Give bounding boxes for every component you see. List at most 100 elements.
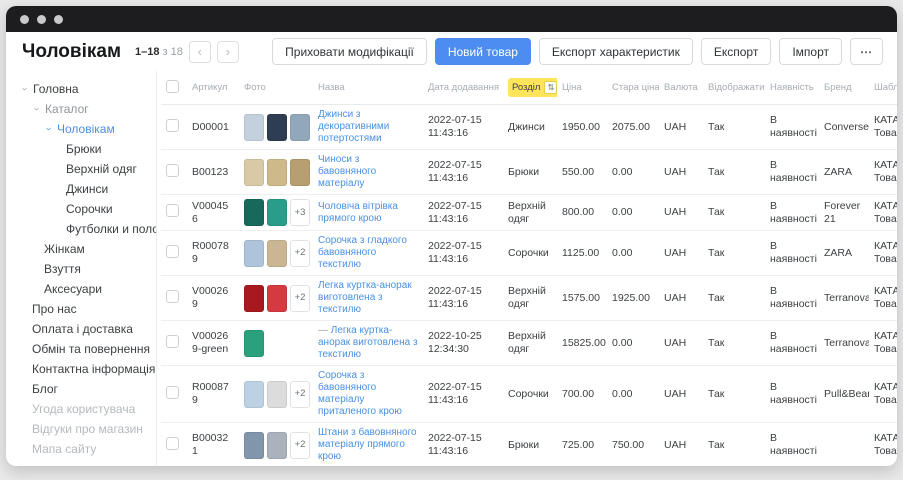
product-photos-cell: +2 [239, 366, 313, 423]
window-titlebar [6, 6, 897, 32]
pagination-next-button[interactable]: › [217, 41, 239, 63]
product-photo-thumbnail[interactable] [267, 199, 287, 226]
column-header-oldprice[interactable]: Стара ціна [607, 71, 659, 105]
sidebar-item-outerwear[interactable]: Верхній одяг [20, 159, 154, 179]
row-checkbox[interactable] [166, 204, 179, 217]
row-checkbox[interactable] [166, 290, 179, 303]
sorted-column-header[interactable]: Розділ⇅ [508, 78, 557, 97]
product-template: КАТАЛОГ: Товар [869, 321, 897, 366]
product-name-link[interactable]: Сорочка з гладкого бавовняного текстилю [318, 235, 418, 271]
row-checkbox[interactable] [166, 245, 179, 258]
window-minimize-button[interactable] [37, 15, 46, 24]
product-photo-thumbnail[interactable] [267, 159, 287, 186]
product-category: Брюки [503, 150, 557, 195]
sidebar-item-payment-delivery[interactable]: Оплата і доставка [20, 319, 154, 339]
product-stock-status: В наявності [765, 366, 819, 423]
select-all-checkbox[interactable] [166, 80, 179, 93]
column-header-template[interactable]: Шаблон [869, 71, 897, 105]
product-visible: Так [703, 195, 765, 231]
sidebar-item-home[interactable]: ›Головна [20, 79, 154, 99]
product-price: 15825.00 [557, 321, 607, 366]
column-header-visible[interactable]: Відображати [703, 71, 765, 105]
product-photo-thumbnail[interactable] [244, 199, 264, 226]
column-header-category[interactable]: Розділ⇅ [503, 71, 557, 105]
sidebar-item-label: Про нас [32, 299, 77, 319]
column-header-stock[interactable]: Наявність [765, 71, 819, 105]
export-button[interactable]: Експорт [701, 38, 771, 65]
product-photo-thumbnail[interactable] [244, 159, 264, 186]
export-attributes-button[interactable]: Експорт характеристик [539, 38, 693, 65]
sidebar-item-pants[interactable]: Брюки [20, 139, 154, 159]
new-product-button[interactable]: Новий товар [435, 38, 531, 65]
more-photos-badge[interactable]: +2 [290, 285, 310, 312]
row-checkbox[interactable] [166, 335, 179, 348]
product-photo-thumbnail[interactable] [244, 240, 264, 267]
row-checkbox[interactable] [166, 164, 179, 177]
more-photos-badge[interactable]: +2 [290, 381, 310, 408]
pagination-prev-button[interactable]: ‹ [189, 41, 211, 63]
row-checkbox[interactable] [166, 119, 179, 132]
product-photo-thumbnail[interactable] [244, 330, 264, 357]
product-photo-thumbnail[interactable] [244, 381, 264, 408]
product-photo-thumbnail[interactable] [267, 381, 287, 408]
product-photo-thumbnail[interactable] [244, 114, 264, 141]
product-name-link[interactable]: Штани з бавовняного матеріалу прямого кр… [318, 427, 418, 463]
sidebar-item-tshirts-polo[interactable]: Футболки и поло [20, 219, 154, 239]
more-photos-badge[interactable]: +3 [290, 199, 310, 226]
sidebar-item-contacts[interactable]: Контактна інформація [20, 359, 154, 379]
column-header-brand[interactable]: Бренд [819, 71, 869, 105]
sidebar-item-user-agreement[interactable]: Угода користувача [20, 399, 154, 419]
product-visible: Так [703, 231, 765, 276]
product-name-link[interactable]: Чиноси з бавовняного матеріалу [318, 154, 418, 190]
sidebar-item-men[interactable]: ›Чоловікам [20, 119, 154, 139]
sidebar-item-sitemap[interactable]: Мапа сайту [20, 439, 154, 459]
sidebar-item-jeans[interactable]: Джинси [20, 179, 154, 199]
more-button[interactable]: ⋯ [850, 38, 883, 65]
product-brand: ZARA [819, 231, 869, 276]
column-header-name[interactable]: Назва [313, 71, 423, 105]
import-button[interactable]: Імпорт [779, 38, 842, 65]
product-name-link[interactable]: Легка куртка-анорак виготовлена з тексти… [318, 280, 418, 316]
product-photo-thumbnail[interactable] [244, 285, 264, 312]
column-header-photo[interactable]: Фото [239, 71, 313, 105]
product-photo-thumbnail[interactable] [290, 159, 310, 186]
product-currency: UAH [659, 195, 703, 231]
sidebar-item-catalog[interactable]: ›Каталог [20, 99, 154, 119]
product-photo-thumbnail[interactable] [290, 114, 310, 141]
product-name-link[interactable]: Сорочка з бавовняного матеріалу притален… [318, 370, 418, 418]
sidebar-item-store-reviews[interactable]: Відгуки про магазин [20, 419, 154, 439]
more-photos-badge[interactable]: +2 [290, 432, 310, 459]
table-header-row: АртикулФотоНазваДата додавання Розділ⇅Цін… [161, 71, 897, 105]
sidebar-item-blog[interactable]: Блог [20, 379, 154, 399]
more-photos-badge[interactable]: +2 [290, 240, 310, 267]
sidebar-item-about[interactable]: Про нас [20, 299, 154, 319]
column-header-sku[interactable]: Артикул [187, 71, 239, 105]
product-photo-thumbnail[interactable] [267, 432, 287, 459]
product-name-link[interactable]: Джинси з декоративними потертостями [318, 109, 418, 145]
row-checkbox[interactable] [166, 437, 179, 450]
sidebar-item-women[interactable]: Жінкам [20, 239, 154, 259]
product-name-link[interactable]: — Легка куртка-анорак виготовлена з текс… [318, 325, 418, 361]
column-header-date[interactable]: Дата додавання [423, 71, 503, 105]
hide-modifications-button[interactable]: Приховати модифікації [272, 38, 427, 65]
product-photo-thumbnail[interactable] [267, 240, 287, 267]
product-brand: Terranova [819, 321, 869, 366]
window-close-button[interactable] [20, 15, 29, 24]
column-header-price[interactable]: Ціна [557, 71, 607, 105]
window-zoom-button[interactable] [54, 15, 63, 24]
row-checkbox[interactable] [166, 386, 179, 399]
product-photo-thumbnail[interactable] [267, 114, 287, 141]
column-header-currency[interactable]: Валюта [659, 71, 703, 105]
sort-icon[interactable]: ⇅ [544, 81, 557, 94]
product-photo-thumbnail[interactable] [267, 285, 287, 312]
product-name-cell: Джинси з декоративними потертостями [313, 105, 423, 150]
row-checkbox-cell [161, 321, 187, 366]
sidebar-item-label: Джинси [66, 179, 108, 199]
date-part: 11:43:16 [428, 127, 498, 140]
sidebar-item-accessories[interactable]: Аксесуари [20, 279, 154, 299]
product-name-link[interactable]: Чоловіча вітрівка прямого крою [318, 201, 418, 225]
sidebar-item-shirts[interactable]: Сорочки [20, 199, 154, 219]
sidebar-item-exchange-return[interactable]: Обмін та повернення [20, 339, 154, 359]
product-photo-thumbnail[interactable] [244, 432, 264, 459]
sidebar-item-shoes[interactable]: Взуття [20, 259, 154, 279]
